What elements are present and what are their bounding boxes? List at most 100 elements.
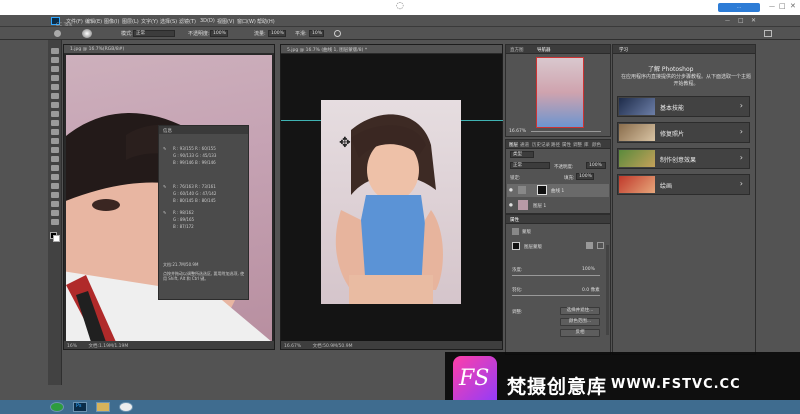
layer-row-curves[interactable]: ● 曲线 1 — [507, 184, 609, 197]
document-2-tab[interactable]: 5.jpg @ 16.7% (曲线 1, 图层蒙版/8) * — [281, 45, 502, 54]
type-tool-icon[interactable] — [51, 183, 59, 189]
clone-stamp-tool-icon[interactable] — [51, 120, 59, 126]
document-1-tab[interactable]: 1.jpg @ 16.7%(RGB/8#) — [64, 45, 274, 54]
close-icon[interactable]: ✕ — [790, 2, 796, 10]
dodge-tool-icon[interactable] — [51, 165, 59, 171]
mask-type-label: 图层蒙版 — [524, 245, 542, 250]
navigator-thumbnail[interactable] — [536, 57, 584, 128]
shape-tool-icon[interactable] — [51, 201, 59, 207]
crop-tool-icon[interactable] — [51, 84, 59, 90]
menu-view[interactable]: 视图(V) — [217, 18, 234, 25]
document-2-canvas[interactable] — [321, 100, 461, 304]
flow-label: 流量: — [254, 31, 266, 37]
menu-bar: 文件(F) 编辑(E) 图像(I) 图层(L) 文字(Y) 选择(S) 滤镜(T… — [0, 15, 800, 28]
layer-mask-thumbnail[interactable] — [537, 185, 547, 195]
pen-tool-icon[interactable] — [51, 174, 59, 180]
layer-thumbnail — [518, 200, 528, 210]
menu-3d[interactable]: 3D(D) — [200, 18, 215, 24]
visibility-eye-icon-2[interactable]: ● — [509, 203, 513, 208]
layer-kind-filter[interactable]: 类型 — [510, 151, 534, 158]
select-pixel-mask-icon[interactable] — [586, 242, 593, 249]
navigator-zoom[interactable]: 16.67% — [509, 129, 526, 134]
zoom-slider[interactable] — [531, 131, 601, 132]
healing-tool-icon[interactable] — [51, 102, 59, 108]
select-and-mask-button[interactable]: 选择并遮住... — [560, 307, 600, 315]
ps-close-icon[interactable]: ✕ — [751, 17, 756, 24]
menu-layer[interactable]: 图层(L) — [122, 18, 139, 25]
magic-wand-tool-icon[interactable] — [51, 75, 59, 81]
select-vector-mask-icon[interactable] — [597, 242, 604, 249]
tab-adjustments[interactable]: 调整 — [573, 142, 582, 148]
layer-row-image[interactable]: ● 图层 1 — [507, 199, 609, 212]
workspace-icon[interactable] — [764, 30, 772, 37]
tab-learn[interactable]: 学习 — [619, 47, 628, 53]
document-2-size: 文档:50.9M/50.9M — [312, 344, 353, 349]
menu-window[interactable]: 窗口(W) — [237, 18, 256, 25]
info-row-2: G : 90/133 G : 45/133 — [173, 153, 217, 158]
mode-select[interactable]: 正常 — [133, 30, 175, 37]
folder-taskbar-button[interactable] — [96, 402, 110, 412]
chevron-right-icon-4: › — [739, 179, 743, 188]
feather-slider[interactable] — [512, 295, 600, 296]
learn-card-basic[interactable]: 基本技能 › — [617, 96, 750, 117]
tab-paths[interactable]: 路径 — [551, 142, 560, 148]
menu-edit[interactable]: 编辑(E) — [85, 18, 102, 25]
smooth-input[interactable]: 10% — [309, 30, 324, 37]
background-color-swatch[interactable] — [53, 235, 60, 242]
info-hint: 点按并拖动以调整所选选区, 要用附加选项, 使用 Shift, Alt 和 Ct… — [163, 271, 245, 281]
tab-navigator[interactable]: 导航器 — [537, 47, 551, 53]
tab-histogram[interactable]: 直方图 — [510, 47, 524, 53]
zoom-tool-icon[interactable] — [51, 219, 59, 225]
invert-button[interactable]: 反相 — [560, 329, 600, 337]
tab-properties[interactable]: 属性 — [562, 142, 571, 148]
blur-tool-icon[interactable] — [51, 156, 59, 162]
photoshop-taskbar-button[interactable]: Ps — [73, 402, 87, 412]
brush-tool-icon[interactable] — [54, 30, 61, 37]
share-button[interactable]: ... — [718, 3, 760, 12]
tab-history[interactable]: 历史记录 — [532, 142, 550, 148]
path-select-tool-icon[interactable] — [51, 192, 59, 198]
tab-channels[interactable]: 通道 — [520, 142, 529, 148]
brush-tool-icon-2[interactable] — [51, 111, 59, 117]
marquee-tool-icon[interactable] — [51, 57, 59, 63]
settings-gear-icon[interactable] — [334, 30, 341, 37]
history-brush-tool-icon[interactable] — [51, 129, 59, 135]
menu-filter[interactable]: 滤镜(T) — [179, 18, 196, 25]
opacity-input[interactable]: 100% — [210, 30, 228, 37]
move-tool-icon[interactable] — [51, 48, 59, 54]
learn-card-creative[interactable]: 制作创意效果 › — [617, 148, 750, 169]
menu-help[interactable]: 帮助(H) — [257, 18, 275, 25]
lasso-tool-icon[interactable] — [51, 66, 59, 72]
density-slider[interactable] — [512, 275, 600, 276]
tab-color[interactable]: 颜色 — [592, 142, 601, 148]
eraser-tool-icon[interactable] — [51, 138, 59, 144]
fill-input[interactable]: 100% — [576, 173, 594, 180]
scrollbar[interactable] — [606, 245, 609, 335]
tab-properties-active[interactable]: 属性 — [510, 217, 519, 223]
layers-opacity-input[interactable]: 100% — [586, 162, 606, 169]
menu-select[interactable]: 选择(S) — [160, 18, 177, 25]
learn-card-repair[interactable]: 修复照片 › — [617, 122, 750, 143]
tab-layers[interactable]: 图层 — [509, 142, 518, 148]
flow-input[interactable]: 100% — [268, 30, 286, 37]
gradient-tool-icon[interactable] — [51, 147, 59, 153]
start-button-icon[interactable] — [50, 402, 64, 412]
card-label: 基本技能 — [660, 105, 685, 112]
hand-tool-icon[interactable] — [51, 210, 59, 216]
density-value[interactable]: 100% — [582, 267, 595, 272]
feather-value[interactable]: 0.0 像素 — [582, 287, 600, 293]
learn-card-painting[interactable]: 绘画 › — [617, 174, 750, 195]
browser-taskbar-button[interactable] — [119, 402, 133, 412]
tab-libraries[interactable]: 库 — [584, 142, 589, 148]
menu-image[interactable]: 图像(I) — [104, 18, 119, 25]
visibility-eye-icon[interactable]: ● — [509, 188, 513, 193]
blend-mode-select[interactable]: 正常 — [510, 162, 550, 169]
menu-type[interactable]: 文字(Y) — [141, 18, 158, 25]
ps-minimize-icon[interactable]: — — [725, 18, 730, 24]
ps-restore-icon[interactable]: □ — [738, 17, 744, 24]
maximize-icon[interactable]: □ — [779, 2, 786, 10]
color-range-button[interactable]: 颜色范围... — [560, 318, 600, 326]
eyedropper-tool-icon[interactable] — [51, 93, 59, 99]
minimize-icon[interactable]: — — [769, 3, 775, 10]
brush-size-icon[interactable] — [82, 29, 92, 38]
